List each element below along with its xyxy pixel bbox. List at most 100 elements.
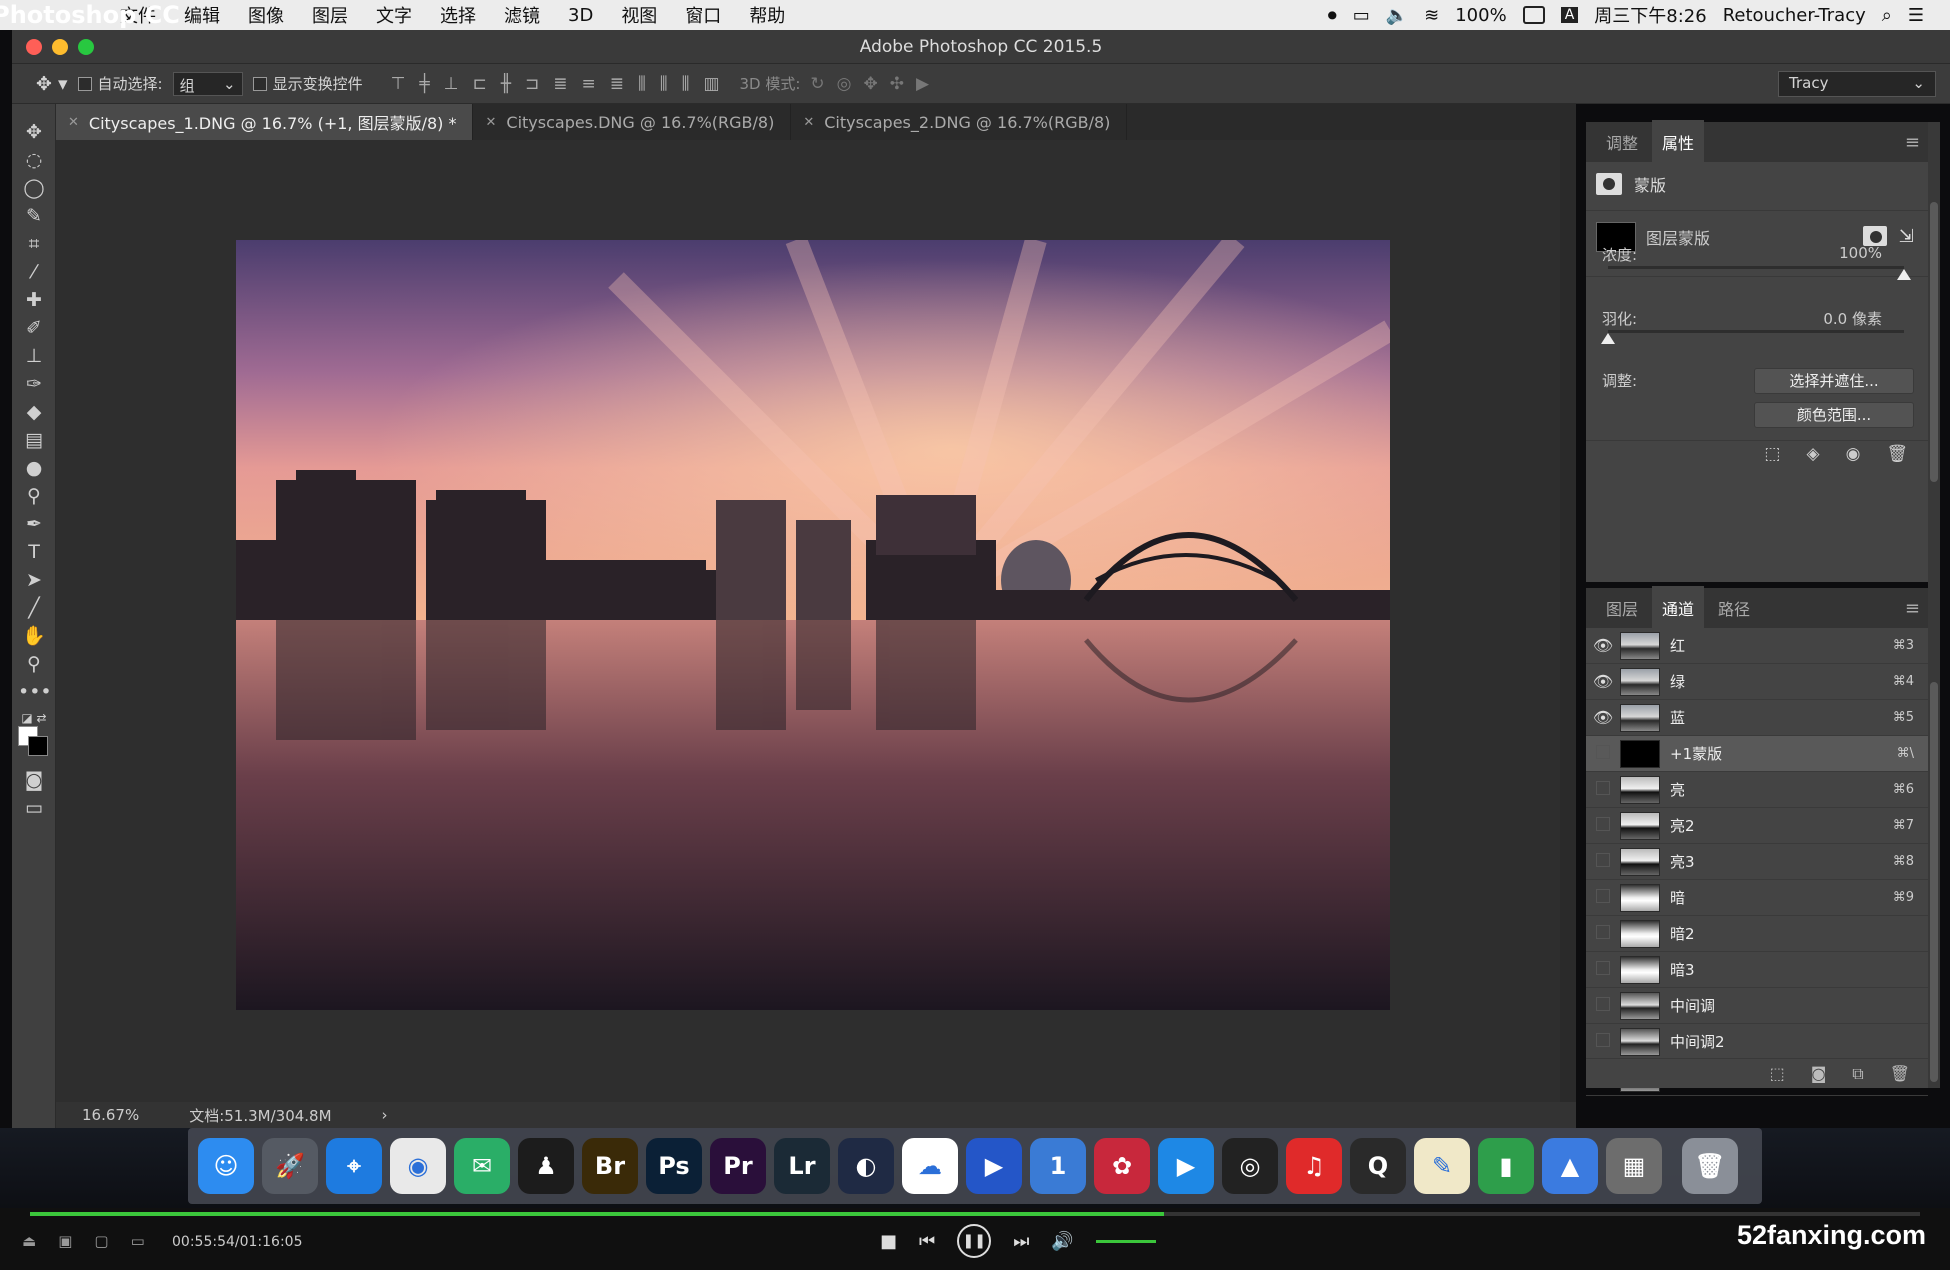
- davinci-icon[interactable]: ✿: [1094, 1138, 1150, 1194]
- panel-menu-icon[interactable]: ≡: [1905, 132, 1920, 153]
- marquee-tool-icon[interactable]: ◌: [18, 146, 50, 174]
- visibility-toggle[interactable]: [1586, 852, 1620, 871]
- auto-align-icon[interactable]: ▥: [703, 74, 719, 94]
- volume-icon[interactable]: 🔈: [1386, 5, 1408, 26]
- lightroom-icon[interactable]: Lr: [774, 1138, 830, 1194]
- align-top-icon[interactable]: ⊤: [391, 74, 406, 94]
- eye-icon[interactable]: 👁: [1586, 672, 1620, 691]
- finder-icon[interactable]: ☺: [198, 1138, 254, 1194]
- document-canvas[interactable]: [56, 140, 1560, 1102]
- numbers-icon[interactable]: ▮: [1478, 1138, 1534, 1194]
- workspace-switcher[interactable]: Tracy ⌄: [1778, 71, 1936, 97]
- battery-icon[interactable]: [1522, 6, 1545, 24]
- preview-icon[interactable]: ▦: [1606, 1138, 1662, 1194]
- move-tool-icon[interactable]: ✥: [18, 118, 50, 146]
- pixel-mask-icon[interactable]: [1862, 226, 1887, 246]
- type-tool-icon[interactable]: T: [18, 538, 50, 566]
- distribute-vcenter-icon[interactable]: ≡: [581, 74, 595, 94]
- menu-type[interactable]: 文字: [362, 2, 426, 28]
- channel-row[interactable]: 亮 ⌘6: [1586, 772, 1928, 808]
- channel-row[interactable]: 👁 绿 ⌘4: [1586, 664, 1928, 700]
- previous-icon[interactable]: ⏮: [919, 1231, 935, 1252]
- distribute-top-icon[interactable]: ≣: [553, 74, 567, 94]
- tab-channels[interactable]: 通道: [1652, 586, 1705, 630]
- tab-cityscapes-2[interactable]: ✕ Cityscapes_2.DNG @ 16.7%(RGB/8): [791, 104, 1128, 140]
- auto-select-checkbox[interactable]: [77, 76, 92, 91]
- brush-tool-icon[interactable]: ✐: [18, 314, 50, 342]
- menu-layer[interactable]: 图层: [298, 2, 362, 28]
- close-icon[interactable]: ✕: [68, 115, 79, 130]
- density-slider[interactable]: [1608, 266, 1911, 280]
- qq-icon[interactable]: ♟: [518, 1138, 574, 1194]
- pen-tool-icon[interactable]: ✒: [18, 510, 50, 538]
- screen-record-icon[interactable]: ⏺: [1328, 5, 1337, 26]
- visibility-toggle[interactable]: [1586, 924, 1620, 943]
- scroll-thumb[interactable]: [1930, 202, 1938, 482]
- pause-button[interactable]: ❚❚: [957, 1224, 992, 1258]
- distribute-hcenter-icon[interactable]: ⫼: [660, 74, 668, 94]
- volume-icon[interactable]: 🔊: [1051, 1231, 1073, 1252]
- textedit-icon[interactable]: ✎: [1414, 1138, 1470, 1194]
- channel-row[interactable]: 暗2: [1586, 916, 1928, 952]
- align-hcenter-icon[interactable]: ╫: [501, 74, 511, 94]
- menu-3d[interactable]: 3D: [554, 5, 607, 26]
- visibility-toggle[interactable]: [1586, 744, 1620, 763]
- video-app-icon[interactable]: ▶: [966, 1138, 1022, 1194]
- baidu-netdisk-icon[interactable]: ☁: [902, 1138, 958, 1194]
- gradient-tool-icon[interactable]: ▤: [18, 426, 50, 454]
- panel-menu-icon[interactable]: ≡: [1905, 598, 1920, 619]
- more-tools-icon[interactable]: •••: [18, 678, 52, 706]
- menubar-user[interactable]: Retoucher-Tracy: [1723, 5, 1866, 26]
- channel-row[interactable]: 亮2 ⌘7: [1586, 808, 1928, 844]
- eraser-tool-icon[interactable]: ◆: [18, 398, 50, 426]
- density-slider-handle[interactable]: [1897, 269, 1911, 280]
- premiere-icon[interactable]: Pr: [710, 1138, 766, 1194]
- menu-window[interactable]: 窗口: [671, 2, 735, 28]
- stamp-tool-icon[interactable]: ⊥: [18, 342, 50, 370]
- 3d-drag-icon[interactable]: ✥: [864, 74, 878, 94]
- netease-music-icon[interactable]: ♫: [1286, 1138, 1342, 1194]
- eye-icon[interactable]: ◉: [1846, 444, 1861, 464]
- channel-row[interactable]: +1蒙版 ⌘\: [1586, 736, 1928, 772]
- feather-slider-handle[interactable]: [1601, 333, 1615, 344]
- playback-progress-bar[interactable]: [30, 1212, 1920, 1216]
- input-source-icon[interactable]: A: [1560, 7, 1579, 23]
- zoom-tool-icon[interactable]: ⚲: [18, 650, 50, 678]
- load-selection-icon[interactable]: ⬚: [1764, 444, 1780, 464]
- color-range-button[interactable]: 颜色范围...: [1754, 402, 1914, 428]
- visibility-toggle[interactable]: [1586, 888, 1620, 907]
- apply-mask-icon[interactable]: ◈: [1806, 444, 1819, 464]
- line-tool-icon[interactable]: ╱: [18, 594, 50, 622]
- launchpad-icon[interactable]: 🚀: [262, 1138, 318, 1194]
- menu-view[interactable]: 视图: [607, 2, 671, 28]
- auto-select-dropdown[interactable]: 组 ⌄: [172, 71, 243, 96]
- trash-icon[interactable]: 🗑: [1890, 1064, 1910, 1083]
- blur-tool-icon[interactable]: ●: [18, 454, 50, 482]
- eye-icon[interactable]: 👁: [1586, 636, 1620, 655]
- screen-mode-icon[interactable]: ▭: [18, 794, 50, 822]
- menu-select[interactable]: 选择: [426, 2, 490, 28]
- select-and-mask-button[interactable]: 选择并遮住...: [1754, 368, 1914, 394]
- show-transform-checkbox[interactable]: [252, 76, 267, 91]
- subtitle-icon[interactable]: ▭: [131, 1232, 145, 1250]
- dodge-tool-icon[interactable]: ⚲: [18, 482, 50, 510]
- bridge-icon[interactable]: Br: [582, 1138, 638, 1194]
- wechat-icon[interactable]: ✉: [454, 1138, 510, 1194]
- load-channel-selection-icon[interactable]: ⬚: [1770, 1064, 1785, 1083]
- feather-slider[interactable]: [1601, 330, 1904, 344]
- display-icon[interactable]: ▭: [1353, 5, 1370, 26]
- visibility-toggle[interactable]: [1586, 960, 1620, 979]
- tab-properties[interactable]: 属性: [1652, 120, 1705, 164]
- channel-row[interactable]: 👁 红 ⌘3: [1586, 628, 1928, 664]
- quick-select-tool-icon[interactable]: ✎: [18, 202, 50, 230]
- 3d-rotate-icon[interactable]: ↻: [810, 74, 824, 94]
- scroll-thumb[interactable]: [1930, 682, 1938, 1082]
- obs-icon[interactable]: ◎: [1222, 1138, 1278, 1194]
- 3d-roll-icon[interactable]: ◎: [837, 74, 852, 94]
- crop-tool-icon[interactable]: ⌗: [18, 230, 50, 258]
- panel-scrollbar[interactable]: [1928, 122, 1940, 1088]
- tab-cityscapes[interactable]: ✕ Cityscapes.DNG @ 16.7%(RGB/8): [473, 104, 792, 140]
- distribute-bottom-icon[interactable]: ≣: [610, 74, 624, 94]
- menubar-clock[interactable]: 周三下午8:26: [1594, 2, 1706, 28]
- channel-row[interactable]: 亮3 ⌘8: [1586, 844, 1928, 880]
